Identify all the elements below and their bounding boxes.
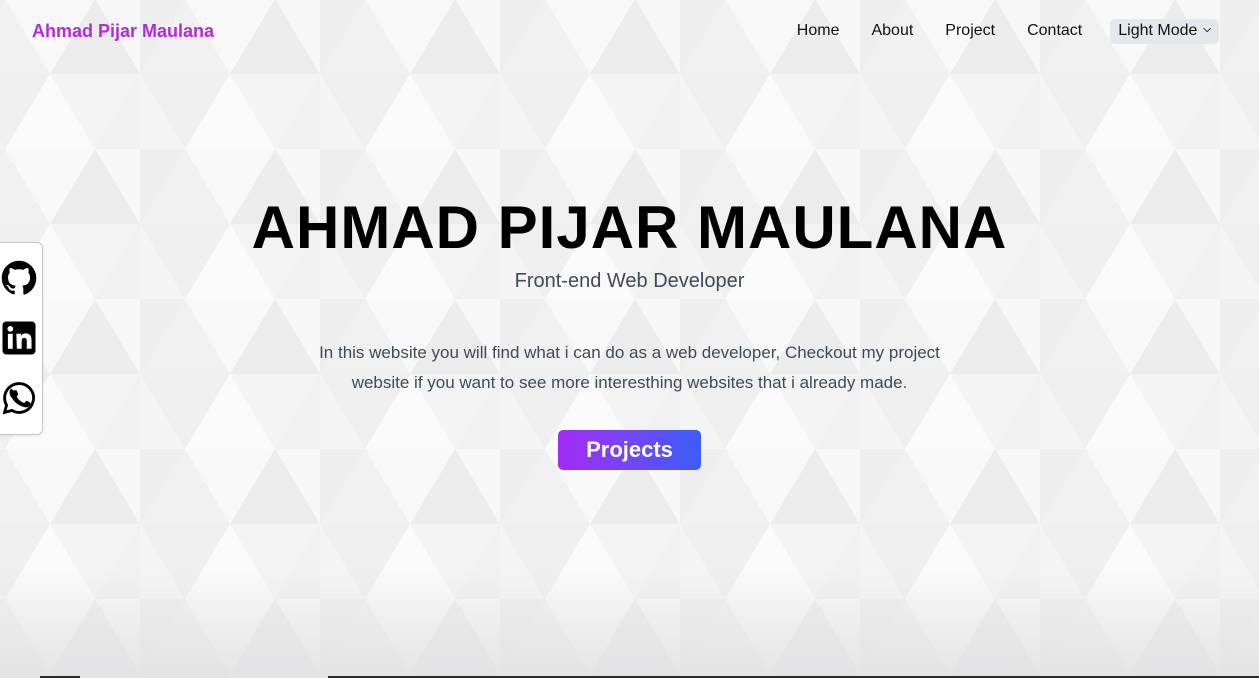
nav-links: Home About Project Contact Light Mode ⌵ bbox=[797, 18, 1219, 44]
chevron-down-icon: ⌵ bbox=[1203, 24, 1211, 35]
whatsapp-link[interactable] bbox=[1, 380, 37, 416]
linkedin-icon bbox=[2, 321, 36, 355]
hero-subtitle: Front-end Web Developer bbox=[514, 270, 745, 292]
bottom-fade bbox=[0, 568, 1259, 678]
nav-link-about[interactable]: About bbox=[871, 22, 913, 40]
hero-description: In this website you will find what i can… bbox=[280, 338, 980, 398]
page: Ahmad Pijar Maulana Home About Project C… bbox=[0, 0, 1259, 678]
linkedin-link[interactable] bbox=[1, 320, 37, 356]
hero-description-line: website if you want to see more interest… bbox=[351, 373, 908, 392]
hero-description-line: In this website you will find what i can… bbox=[319, 343, 940, 362]
whatsapp-icon bbox=[2, 382, 35, 415]
brand-logo-link[interactable]: Ahmad Pijar Maulana bbox=[32, 21, 214, 42]
theme-mode-value: Light Mode bbox=[1118, 21, 1198, 39]
nav-link-home[interactable]: Home bbox=[797, 22, 840, 40]
navbar: Ahmad Pijar Maulana Home About Project C… bbox=[0, 0, 1259, 62]
github-icon bbox=[1, 260, 37, 295]
nav-link-project[interactable]: Project bbox=[945, 22, 995, 40]
projects-button[interactable]: Projects bbox=[558, 430, 701, 470]
nav-link-contact[interactable]: Contact bbox=[1027, 22, 1082, 40]
github-link[interactable] bbox=[1, 260, 37, 296]
hero-title: AHMAD PIJAR MAULANA bbox=[251, 194, 1008, 261]
social-sidebar bbox=[0, 242, 43, 435]
hero-section: AHMAD PIJAR MAULANA Front-end Web Develo… bbox=[0, 190, 1259, 470]
theme-mode-select[interactable]: Light Mode ⌵ bbox=[1110, 18, 1219, 44]
